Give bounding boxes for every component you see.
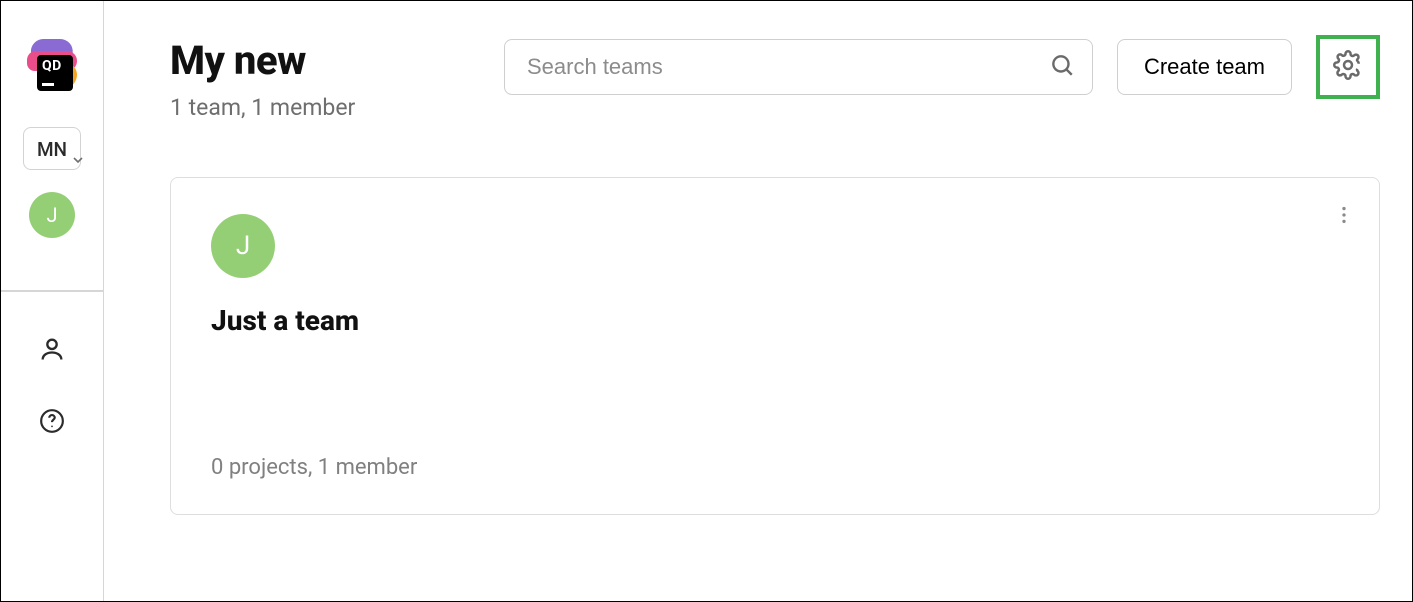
team-avatar-letter: J — [236, 231, 250, 261]
avatar-letter: J — [46, 203, 57, 227]
divider — [1, 290, 103, 292]
search-field — [504, 39, 1093, 95]
page-subtitle: 1 team, 1 member — [170, 94, 480, 121]
app-logo-text: QD — [37, 55, 73, 91]
create-team-button[interactable]: Create team — [1117, 39, 1292, 95]
person-icon[interactable] — [37, 334, 67, 364]
team-card[interactable]: J Just a team 0 projects, 1 member — [170, 177, 1380, 515]
sidebar: QD MN J — [1, 1, 104, 601]
search-input[interactable] — [504, 39, 1093, 95]
team-meta: 0 projects, 1 member — [211, 455, 1343, 480]
org-switcher-label: MN — [37, 138, 67, 161]
settings-button[interactable] — [1316, 35, 1380, 99]
gear-icon — [1333, 50, 1363, 84]
create-team-label: Create team — [1144, 54, 1265, 79]
more-icon[interactable] — [1333, 204, 1355, 230]
org-switcher[interactable]: MN — [23, 127, 81, 170]
chevron-down-icon — [70, 150, 86, 173]
app-logo-icon[interactable]: QD — [25, 39, 79, 93]
page-title: My new — [170, 37, 480, 84]
team-avatar: J — [211, 214, 275, 278]
main-content: My new 1 team, 1 member Create team — [104, 1, 1412, 601]
header-row: My new 1 team, 1 member Create team — [170, 37, 1380, 121]
team-name: Just a team — [211, 304, 1343, 337]
help-icon[interactable] — [37, 406, 67, 436]
current-user-avatar[interactable]: J — [29, 192, 75, 238]
